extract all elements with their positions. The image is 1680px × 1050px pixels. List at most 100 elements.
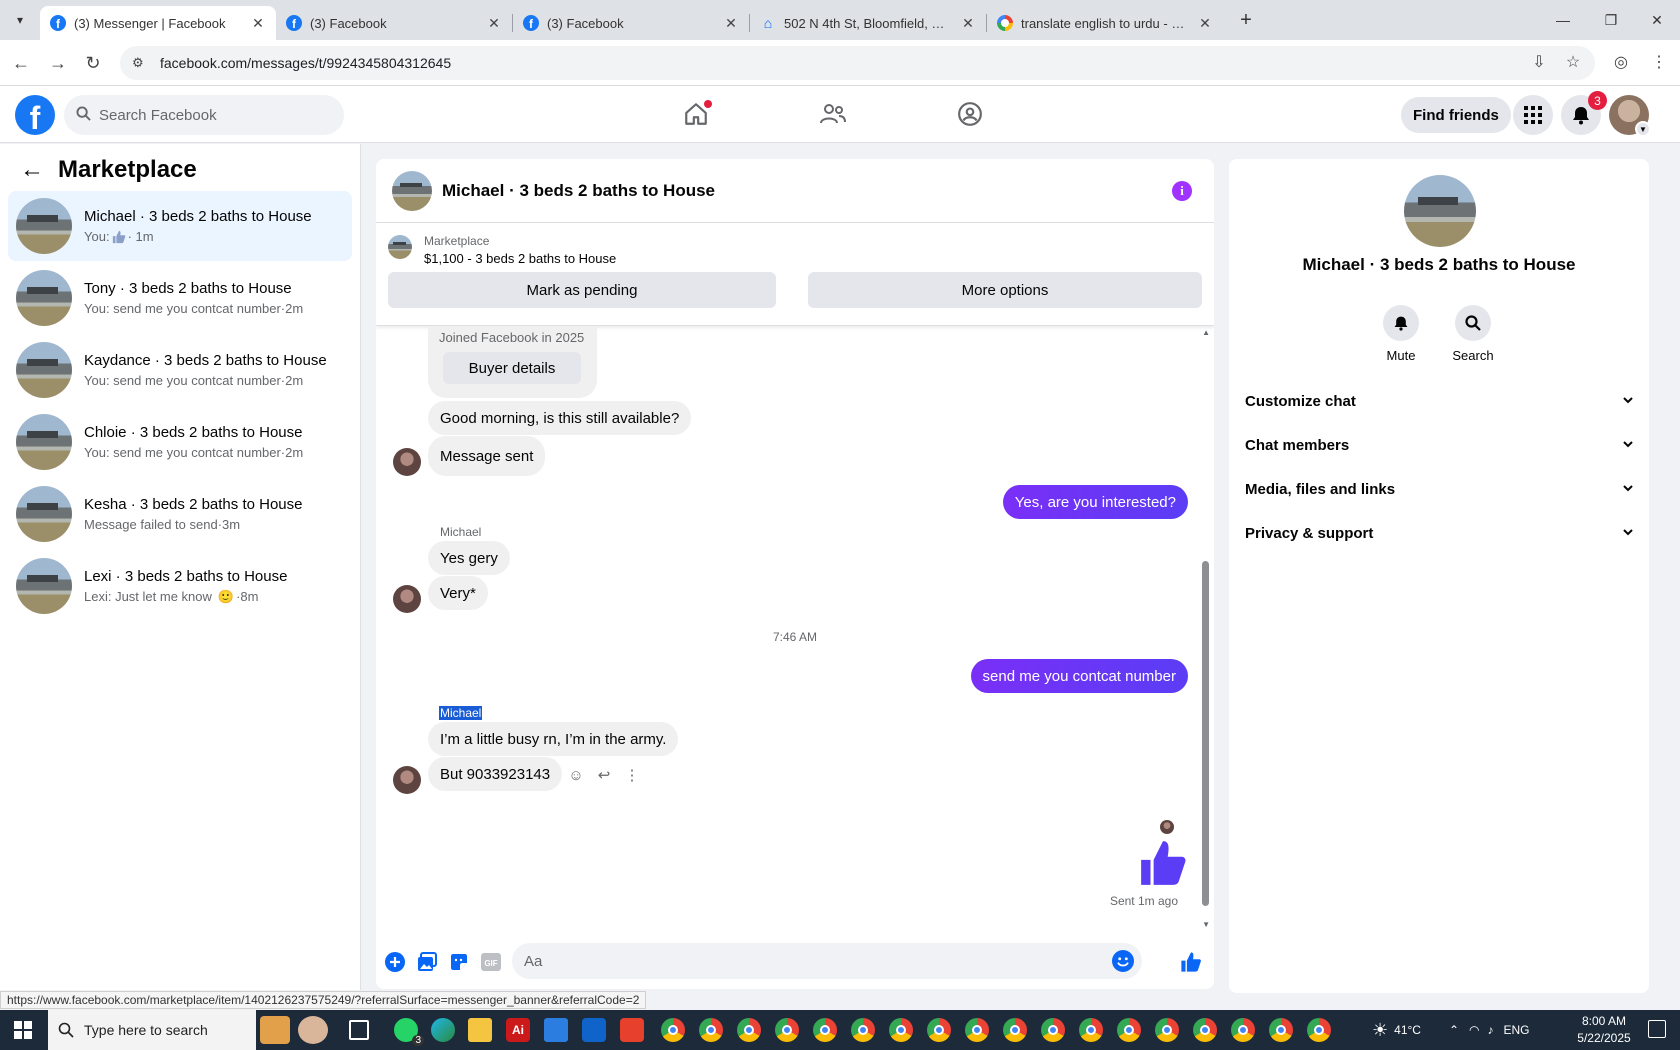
- browser-tab-facebook-2[interactable]: f (3) Facebook ✕: [513, 6, 749, 40]
- facebook-search[interactable]: [64, 95, 344, 135]
- message-bubble[interactable]: I’m a little busy rn, I’m in the army.: [428, 722, 679, 756]
- chat-title[interactable]: Michael · 3 beds 2 baths to House: [442, 181, 715, 201]
- weather-icon[interactable]: ☀: [1372, 1020, 1388, 1041]
- close-icon[interactable]: ✕: [960, 15, 976, 32]
- chrome-icon[interactable]: [775, 1018, 799, 1042]
- microsoft-store-icon[interactable]: [544, 1018, 568, 1042]
- mark-as-pending-button[interactable]: Mark as pending: [388, 272, 776, 308]
- new-tab-button[interactable]: +: [1234, 8, 1258, 32]
- install-app-icon[interactable]: ⇩: [1528, 52, 1550, 72]
- close-icon[interactable]: ✕: [1197, 15, 1213, 32]
- close-icon[interactable]: ✕: [723, 15, 739, 32]
- message-bubble[interactable]: Very*: [428, 576, 488, 610]
- mute-button[interactable]: Mute: [1371, 305, 1431, 363]
- customize-chat-section[interactable]: Customize chat: [1245, 381, 1635, 421]
- forward-button[interactable]: →: [45, 50, 71, 76]
- react-emoji-icon[interactable]: ☺: [568, 767, 584, 784]
- reload-button[interactable]: ↻: [80, 50, 106, 76]
- chrome-icon[interactable]: [813, 1018, 837, 1042]
- close-icon[interactable]: ✕: [250, 15, 266, 32]
- message-input[interactable]: [524, 952, 1084, 970]
- conversation-item[interactable]: Kaydance · 3 beds 2 baths to House You: …: [8, 335, 352, 405]
- site-info-icon[interactable]: ⚙: [132, 55, 152, 71]
- sender-avatar[interactable]: [393, 766, 421, 794]
- gif-icon[interactable]: GIF: [480, 951, 502, 973]
- chrome-icon[interactable]: [1231, 1018, 1255, 1042]
- network-icon[interactable]: ◠: [1469, 1023, 1479, 1037]
- volume-icon[interactable]: ♪: [1488, 1023, 1494, 1037]
- chrome-icon[interactable]: [1079, 1018, 1103, 1042]
- windows-start-icon[interactable]: [14, 1021, 32, 1039]
- buyer-details-button[interactable]: Buyer details: [443, 352, 581, 384]
- profile-icon[interactable]: ◎: [1610, 52, 1632, 72]
- app-icon[interactable]: [620, 1018, 644, 1042]
- message-bubble[interactable]: But 9033923143: [428, 757, 563, 791]
- conversation-item[interactable]: Kesha · 3 beds 2 baths to House Message …: [8, 479, 352, 549]
- add-icon[interactable]: [384, 951, 406, 973]
- restore-button[interactable]: ❐: [1588, 0, 1634, 40]
- browser-menu-icon[interactable]: ⋮: [1648, 52, 1670, 72]
- clock[interactable]: 8:00 AM 5/22/2025: [1566, 1013, 1642, 1047]
- message-bubble[interactable]: Yes gery: [428, 541, 510, 575]
- chrome-icon[interactable]: [1193, 1018, 1217, 1042]
- details-avatar[interactable]: [1404, 175, 1476, 247]
- home-nav[interactable]: [676, 96, 716, 132]
- address-bar[interactable]: ⚙ facebook.com/messages/t/99243458043126…: [120, 46, 1595, 80]
- file-explorer-icon[interactable]: [468, 1018, 492, 1042]
- message-input-wrapper[interactable]: [512, 943, 1142, 979]
- minimize-button[interactable]: —: [1540, 0, 1586, 40]
- conversation-item[interactable]: Michael · 3 beds 2 baths to House You: ·…: [8, 191, 352, 261]
- tray-overflow-icon[interactable]: ⌃: [1449, 1023, 1459, 1037]
- groups-nav[interactable]: [950, 96, 990, 132]
- sender-avatar[interactable]: [393, 585, 421, 613]
- scroll-up-icon[interactable]: ▲: [1202, 328, 1210, 337]
- scrollbar-thumb[interactable]: [1202, 561, 1209, 906]
- chrome-icon[interactable]: [1003, 1018, 1027, 1042]
- chrome-icon[interactable]: [965, 1018, 989, 1042]
- message-bubble-outgoing[interactable]: Yes, are you interested?: [1002, 485, 1188, 519]
- whatsapp-icon[interactable]: 3: [394, 1018, 424, 1046]
- scroll-down-icon[interactable]: ▼: [1202, 920, 1210, 929]
- bookmark-star-icon[interactable]: ☆: [1562, 52, 1584, 72]
- chrome-icon[interactable]: [889, 1018, 913, 1042]
- conversation-item[interactable]: Chloie · 3 beds 2 baths to House You: se…: [8, 407, 352, 477]
- chrome-icon[interactable]: [1269, 1018, 1293, 1042]
- chrome-icon[interactable]: [1117, 1018, 1141, 1042]
- marketplace-banner[interactable]: Marketplace $1,100 - 3 beds 2 baths to H…: [376, 223, 1214, 326]
- chrome-icon[interactable]: [699, 1018, 723, 1042]
- more-options-icon[interactable]: ⋮: [624, 766, 640, 784]
- sender-avatar[interactable]: [393, 448, 421, 476]
- facebook-logo[interactable]: f: [15, 95, 55, 135]
- browser-tab-facebook-1[interactable]: f (3) Facebook ✕: [276, 6, 512, 40]
- photo-icon[interactable]: [416, 951, 438, 973]
- menu-button[interactable]: [1513, 95, 1553, 135]
- conversation-item[interactable]: Tony · 3 beds 2 baths to House You: send…: [8, 263, 352, 333]
- chrome-icon[interactable]: [737, 1018, 761, 1042]
- emoji-icon[interactable]: [1112, 950, 1134, 972]
- chrome-icon[interactable]: [851, 1018, 875, 1042]
- chrome-icon[interactable]: [661, 1018, 685, 1042]
- message-bubble[interactable]: Message sent: [428, 436, 546, 476]
- conversation-item[interactable]: Lexi · 3 beds 2 baths to House Lexi: Jus…: [8, 551, 352, 621]
- chrome-icon[interactable]: [1155, 1018, 1179, 1042]
- notification-center-icon[interactable]: [1648, 1020, 1666, 1038]
- friends-nav[interactable]: [813, 96, 853, 132]
- sticker-icon[interactable]: [448, 951, 470, 973]
- media-files-section[interactable]: Media, files and links: [1245, 469, 1635, 509]
- weather-temp[interactable]: 41°C: [1394, 1023, 1421, 1037]
- chat-scrollbar[interactable]: ▲ ▼: [1198, 326, 1214, 934]
- privacy-support-section[interactable]: Privacy & support: [1245, 513, 1635, 553]
- browser-tab-zillow[interactable]: ⌂ 502 N 4th St, Bloomfield, NM 8 ✕: [750, 6, 986, 40]
- reply-icon[interactable]: ↩: [596, 766, 612, 784]
- copilot-icon[interactable]: [298, 1016, 328, 1044]
- widgets-icon[interactable]: [260, 1016, 290, 1044]
- chrome-icon[interactable]: [1307, 1018, 1331, 1042]
- language-indicator[interactable]: ENG: [1504, 1023, 1530, 1037]
- edge-icon[interactable]: [431, 1018, 455, 1042]
- back-button[interactable]: ←: [8, 50, 34, 76]
- outlook-icon[interactable]: [582, 1018, 606, 1042]
- more-options-button[interactable]: More options: [808, 272, 1202, 308]
- thumbs-up-icon[interactable]: [1138, 838, 1188, 888]
- window-close-button[interactable]: ✕: [1634, 0, 1680, 40]
- notifications-button[interactable]: 3: [1561, 91, 1607, 135]
